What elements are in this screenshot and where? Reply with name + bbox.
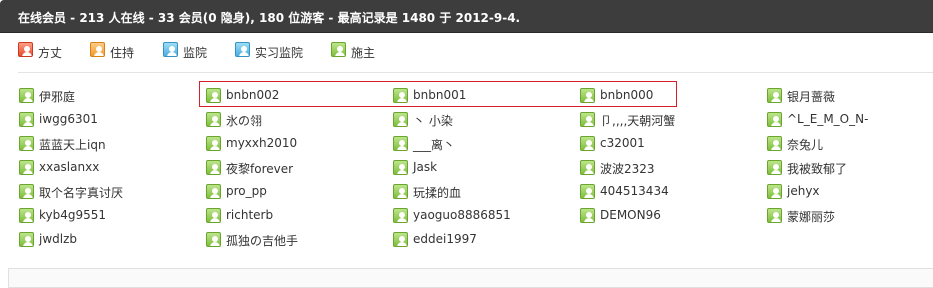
member-user-icon [19,232,34,247]
member-user-icon [767,136,782,151]
member-user-icon [393,208,408,223]
username[interactable]: bnbn000 [600,88,653,102]
username[interactable]: 氷の翎 [226,112,262,129]
moderator-user-icon [163,42,178,57]
member-user-icon [19,184,34,199]
username[interactable]: 波波2323 [600,160,655,177]
username[interactable]: 丶 小染 [413,112,453,129]
online-members-header: 在线会员 - 213 人在线 - 33 会员(0 隐身), 180 位游客 - … [0,0,933,33]
username[interactable]: ^L_E_M_O_N- [787,112,868,126]
member-user-icon [393,136,408,151]
member-user-icon [19,112,34,127]
member-user-icon [767,88,782,103]
member-user-icon [206,184,221,199]
next-section-box [8,268,933,288]
username[interactable]: yaoguo8886851 [413,208,511,222]
member-user-icon [393,112,408,127]
username[interactable]: bnbn001 [413,88,466,102]
username[interactable]: 蓝蓝天上iqn [39,136,106,153]
member-user-icon [206,160,221,175]
super-moderator-user-icon [90,42,105,57]
member-user-icon [206,112,221,127]
username[interactable]: 银月蔷薇 [787,88,835,105]
member-user-icon [580,88,595,103]
member-user-icon [767,112,782,127]
username[interactable]: kyb4g9551 [39,208,106,222]
member-user-icon [393,232,408,247]
legend-label: 实习监院 [255,46,304,60]
username[interactable]: c32001 [600,136,645,150]
online-stats-text: 在线会员 - 213 人在线 - 33 会员(0 隐身), 180 位游客 - … [18,11,521,25]
username[interactable]: eddei1997 [413,232,477,246]
legend-label: 住持 [110,46,135,60]
member-user-icon [767,208,782,223]
username[interactable]: 奈兔儿 [787,136,823,153]
username[interactable]: ___离丶 [413,136,455,153]
member-user-icon [580,112,595,127]
member-user-icon [580,160,595,175]
member-user-icon [767,160,782,175]
member-user-icon [206,136,221,151]
member-user-icon [19,136,34,151]
username[interactable]: pro_pp [226,184,267,198]
username[interactable]: jehyx [787,184,820,198]
username[interactable]: bnbn002 [226,88,279,102]
username[interactable]: 孤独の吉他手 [226,232,298,249]
member-user-icon [19,88,34,103]
member-user-icon [206,88,221,103]
member-user-icon [19,208,34,223]
username[interactable]: richterb [226,208,273,222]
username[interactable]: 取个名字真讨厌 [39,184,123,201]
member-user-icon [393,160,408,175]
member-user-icon [206,208,221,223]
username[interactable]: xxaslanxx [39,160,99,174]
legend-label: 施主 [351,46,376,60]
member-user-icon [580,136,595,151]
member-user-icon [331,42,346,57]
username[interactable]: 夜黎forever [226,160,293,177]
username[interactable]: 卩,,,,天朝河蟹 [600,112,675,129]
member-user-icon [393,88,408,103]
member-user-icon [393,184,408,199]
intern-moderator-user-icon [235,42,250,57]
username[interactable]: 404513434 [600,184,669,198]
member-user-icon [580,184,595,199]
member-user-icon [767,184,782,199]
username[interactable]: 伊邪庭 [39,88,75,105]
username[interactable]: myxxh2010 [226,136,297,150]
member-user-icon [206,232,221,247]
legend-label: 监院 [183,46,208,60]
username[interactable]: iwgg6301 [39,112,98,126]
username[interactable]: 我被致郁了 [787,160,847,177]
divider [18,72,933,73]
member-user-icon [19,160,34,175]
username[interactable]: 蒙娜丽莎 [787,208,835,225]
legend-label: 方丈 [38,46,63,60]
username[interactable]: jwdlzb [39,232,77,246]
admin-user-icon [18,42,33,57]
username[interactable]: DEMON96 [600,208,661,222]
member-user-icon [580,208,595,223]
username[interactable]: Jask [413,160,437,174]
username[interactable]: 玩揉的血 [413,184,461,201]
